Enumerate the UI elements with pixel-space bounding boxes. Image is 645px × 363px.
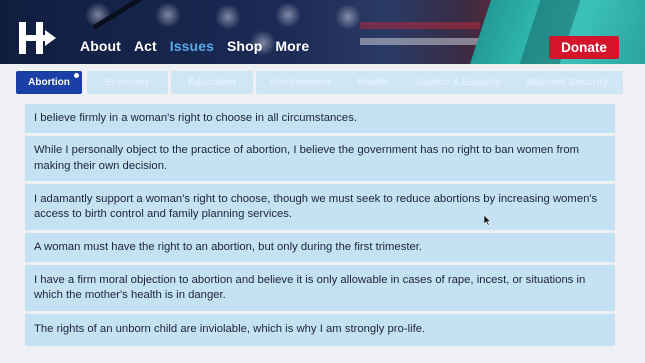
tab-national-security[interactable]: National Security xyxy=(512,71,623,94)
tab-health[interactable]: Health xyxy=(337,71,409,94)
tab-education[interactable]: Education xyxy=(171,71,253,94)
stance-option[interactable]: While I personally object to the practic… xyxy=(25,136,615,181)
tab-label: National Security xyxy=(526,77,609,88)
nav-issues[interactable]: Issues xyxy=(170,38,214,54)
tab-label: Abortion xyxy=(28,77,70,88)
flag-star xyxy=(275,2,301,28)
selected-badge-icon xyxy=(73,72,80,79)
stance-option-text: A woman must have the right to an aborti… xyxy=(34,240,423,253)
stance-option-text: I have a firm moral objection to abortio… xyxy=(34,273,586,302)
donate-button[interactable]: Donate xyxy=(549,36,619,59)
tab-label: Economy xyxy=(104,77,150,88)
main-nav: About Act Issues Shop More xyxy=(80,38,322,54)
stance-option-text: The rights of an unborn child are inviol… xyxy=(34,323,426,336)
stance-option[interactable]: I adamantly support a woman's right to c… xyxy=(25,184,615,230)
nav-act[interactable]: Act xyxy=(134,38,157,54)
tab-justice-equality[interactable]: Justice & Equality xyxy=(400,71,516,94)
nav-more[interactable]: More xyxy=(275,38,309,54)
stance-option-text: I adamantly support a woman's right to c… xyxy=(34,192,598,221)
hillary-h-logo-icon[interactable] xyxy=(19,22,57,54)
nav-about[interactable]: About xyxy=(80,38,121,54)
flag-stripe xyxy=(360,38,480,45)
flag-star xyxy=(335,4,361,30)
stance-option[interactable]: I believe firmly in a woman's right to c… xyxy=(25,104,615,133)
stance-option[interactable]: The rights of an unborn child are inviol… xyxy=(25,314,615,346)
tab-label: Education xyxy=(187,77,237,88)
nav-shop[interactable]: Shop xyxy=(227,38,262,54)
tab-abortion[interactable]: Abortion xyxy=(16,71,82,94)
stance-option[interactable]: A woman must have the right to an aborti… xyxy=(25,233,615,262)
site-header: About Act Issues Shop More Donate xyxy=(0,0,645,64)
stance-option[interactable]: I have a firm moral objection to abortio… xyxy=(25,265,615,311)
flag-star xyxy=(155,2,181,28)
mouse-pointer-icon xyxy=(484,215,492,226)
stance-option-text: I believe firmly in a woman's right to c… xyxy=(34,111,357,124)
tab-label: Justice & Equality xyxy=(414,77,502,88)
stance-option-text: While I personally object to the practic… xyxy=(34,144,580,172)
tab-label: Environment xyxy=(269,77,332,88)
tab-label: Health xyxy=(357,77,389,88)
flag-star xyxy=(215,4,241,30)
issue-tabs: Abortion Economy Education Environment H… xyxy=(16,71,628,96)
flag-stripe xyxy=(360,22,480,29)
tab-economy[interactable]: Economy xyxy=(87,71,168,94)
tab-environment[interactable]: Environment xyxy=(256,71,345,94)
